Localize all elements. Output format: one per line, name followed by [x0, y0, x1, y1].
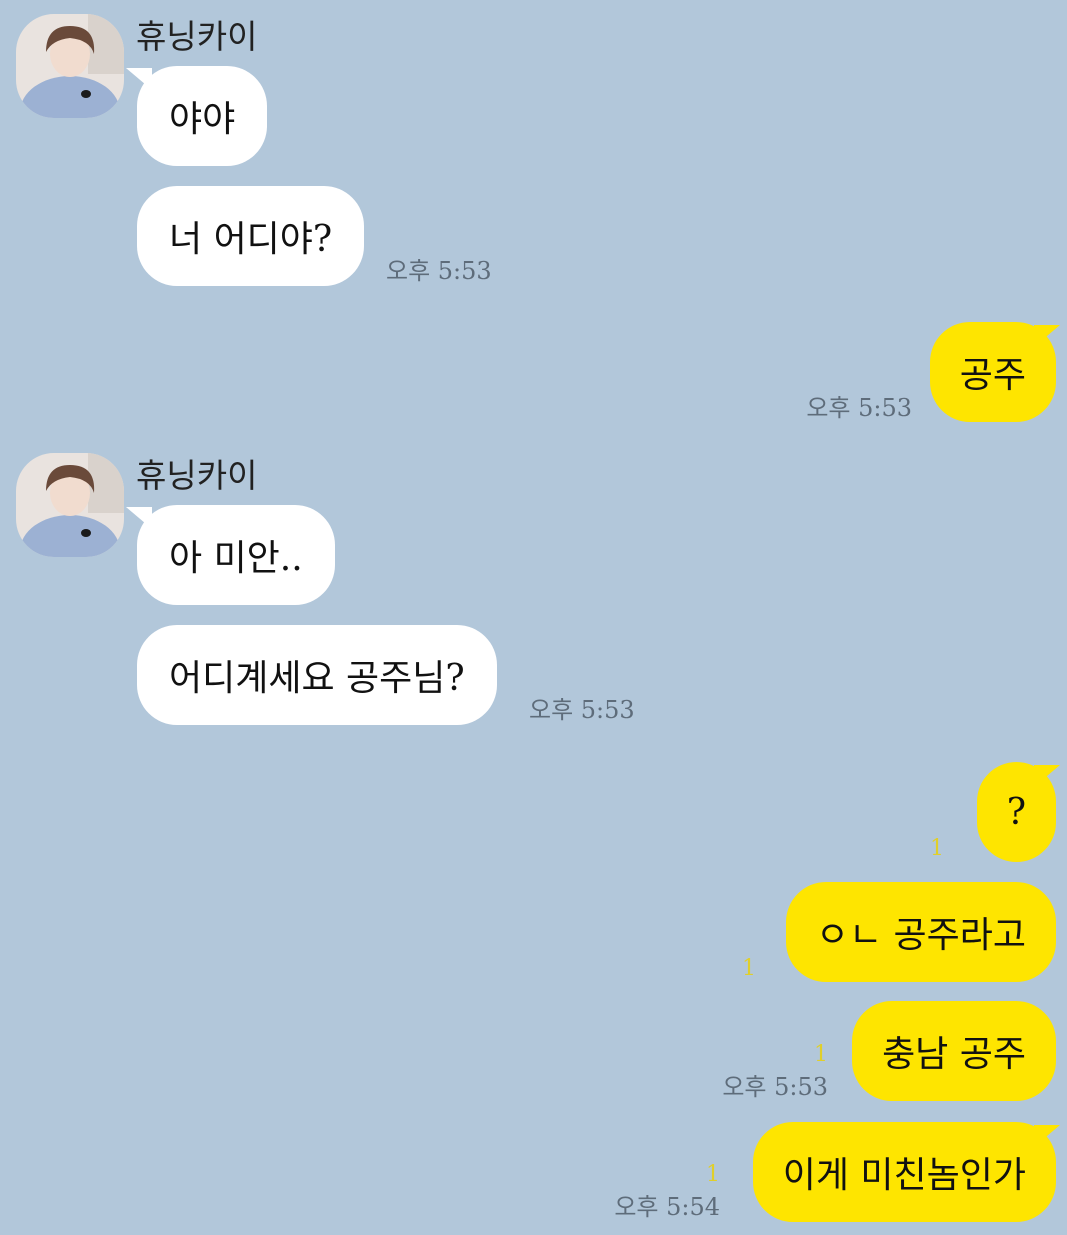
sender-name: 휴닝카이 — [136, 17, 258, 56]
contact-avatar[interactable] — [16, 14, 124, 118]
incoming-message[interactable]: 너 어디야? — [137, 186, 365, 286]
message-timestamp: 오후 5:53 — [722, 1073, 828, 1101]
incoming-message[interactable]: 야야 — [137, 66, 268, 166]
sender-name: 휴닝카이 — [136, 456, 258, 495]
outgoing-message[interactable]: 공주 — [929, 322, 1056, 422]
message-timestamp: 오후 5:53 — [806, 394, 912, 422]
unread-count: 1 — [930, 836, 944, 861]
unread-count: 1 — [706, 1162, 720, 1187]
avatar-photo — [16, 14, 124, 118]
avatar-photo — [16, 453, 124, 557]
outgoing-message[interactable]: ? — [976, 762, 1056, 862]
message-timestamp: 오후 5:53 — [529, 696, 635, 724]
message-timestamp: 오후 5:53 — [386, 257, 492, 285]
unread-count: 1 — [742, 956, 756, 981]
outgoing-message[interactable]: 충남 공주 — [852, 1001, 1056, 1101]
contact-avatar[interactable] — [16, 453, 124, 557]
incoming-message[interactable]: 어디계세요 공주님? — [137, 625, 497, 725]
unread-count: 1 — [814, 1042, 828, 1067]
outgoing-message[interactable]: 이게 미친놈인가 — [752, 1122, 1056, 1222]
message-timestamp: 오후 5:54 — [614, 1193, 720, 1221]
incoming-message[interactable]: 아 미안.. — [137, 505, 335, 605]
outgoing-message[interactable]: ㅇㄴ 공주라고 — [785, 882, 1056, 982]
